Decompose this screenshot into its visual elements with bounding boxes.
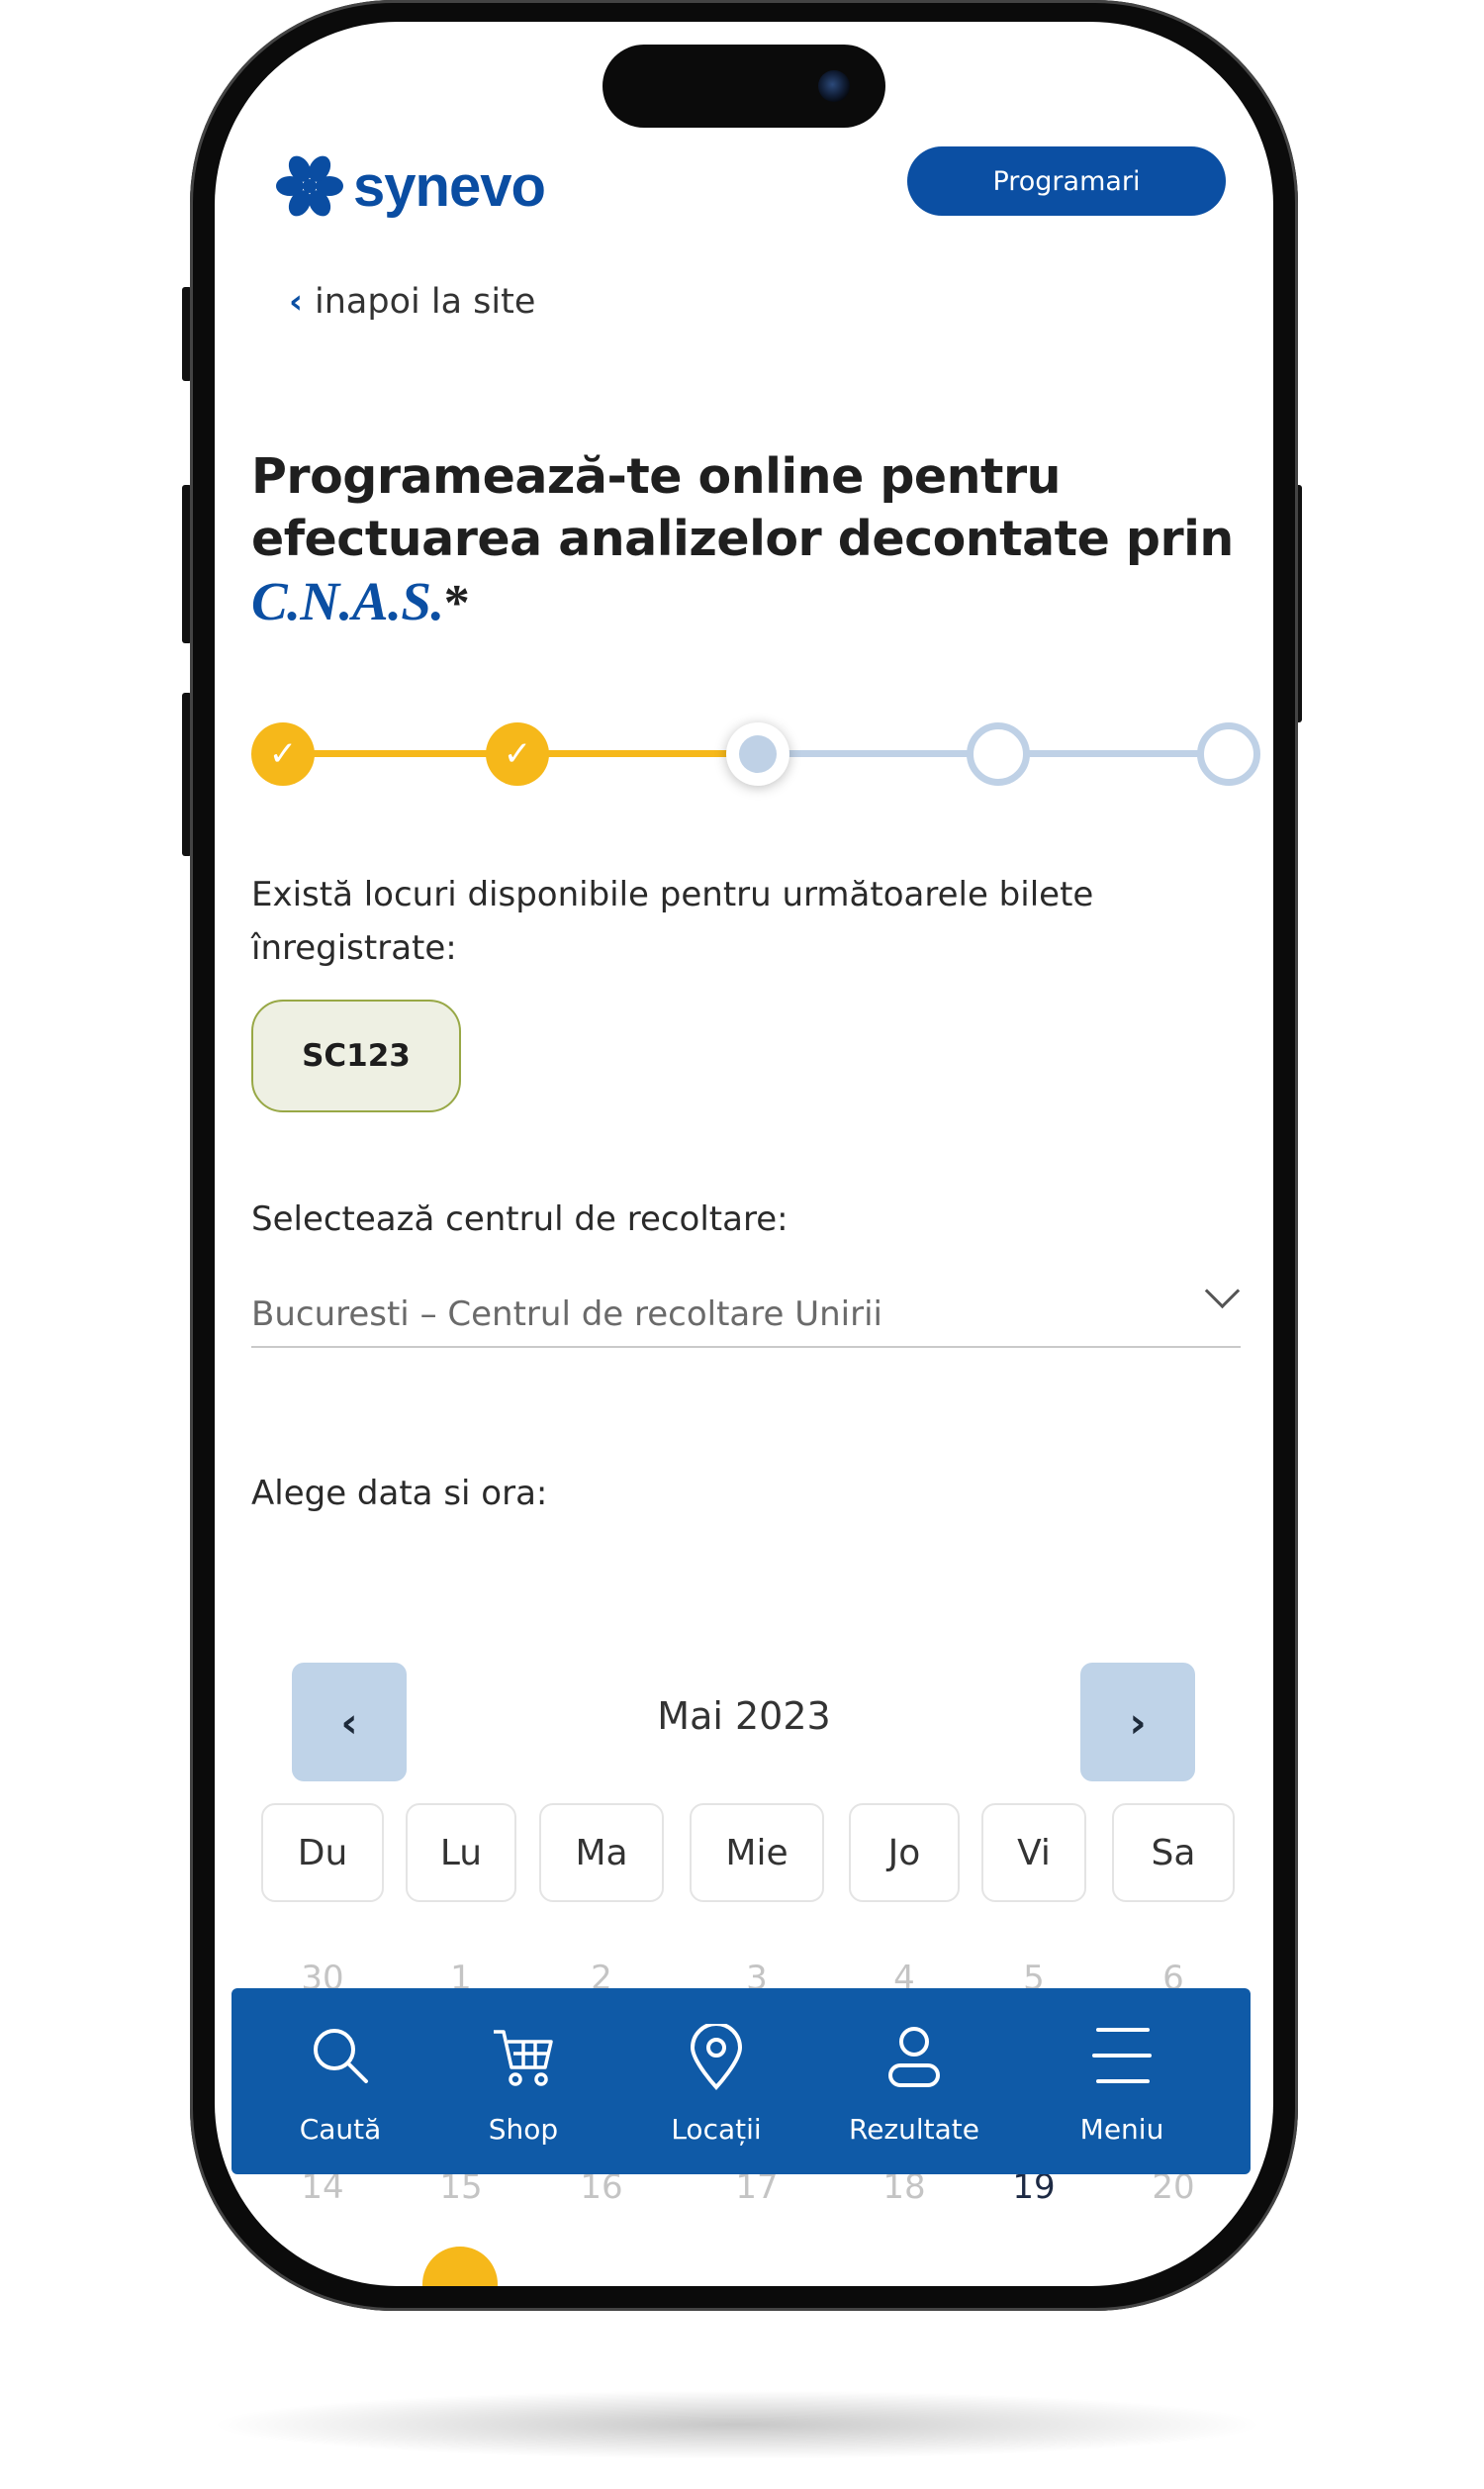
chevron-down-icon [1204,1273,1241,1309]
chevron-left-icon: ‹ [289,282,304,322]
center-label: Selectează centrul de recoltare: [251,1199,788,1239]
weekday-lu: Lu [406,1803,516,1902]
step-5 [1197,722,1260,786]
nav-results[interactable]: Rezultate [825,1988,1003,2174]
chevron-left-icon: ‹ [340,1697,358,1747]
user-icon [888,2027,940,2087]
device-shadow [208,2390,1266,2459]
title-asterisk: * [443,575,470,631]
weekday-jo: Jo [849,1803,960,1902]
step-1-done: ✓ [251,722,315,786]
cart-icon [494,2030,553,2086]
nav-locations-label: Locații [671,2113,762,2146]
nav-shop-label: Shop [488,2113,559,2146]
weekday-du: Du [261,1803,384,1902]
weekday-ma: Ma [539,1803,664,1902]
cnas-label: C.N.A.S. [251,571,444,631]
back-to-site-link[interactable]: ‹ inapoi la site [289,282,535,322]
chevron-right-icon: › [1129,1697,1147,1747]
date-label: Alege data si ora: [251,1474,548,1513]
title-line-1: Programează-te online pentru [251,448,1062,505]
nav-shop[interactable]: Shop [454,1988,593,2174]
menu-icon [1092,2028,1152,2083]
center-select[interactable]: Bucuresti – Centrul de recoltare Unirii [251,1269,1241,1348]
step-2-done: ✓ [486,722,549,786]
center-select-value: Bucuresti – Centrul de recoltare Unirii [251,1294,882,1334]
ticket-chip[interactable]: SC123 [251,1000,461,1112]
phone-screen: synevo Programari ‹ inapoi la site Progr… [215,22,1273,2286]
weekday-sa: Sa [1112,1803,1235,1902]
bottom-navigation: Caută Shop Locații Rezultate Meniu [232,1988,1251,2174]
weekday-vi: Vi [981,1803,1086,1902]
weekday-mie: Mie [690,1803,824,1902]
synevo-flower-icon [276,151,343,221]
tickets-info-text: Există locuri disponibile pentru următoa… [251,875,1094,968]
synevo-logo[interactable]: synevo [276,151,546,221]
nav-results-label: Rezultate [849,2113,979,2146]
nav-menu[interactable]: Meniu [1053,1988,1191,2174]
calendar-month: Mai 2023 [657,1694,831,1738]
search-icon [314,2029,368,2083]
nav-search-label: Caută [299,2113,382,2146]
camera-icon [818,70,850,102]
nav-menu-label: Meniu [1079,2113,1164,2146]
page-title: Programează-te online pentru efectuarea … [251,445,1241,634]
previous-month-button[interactable]: ‹ [292,1663,407,1781]
programari-button[interactable]: Programari [907,146,1226,216]
logo-text: synevo [353,153,546,219]
nav-search[interactable]: Caută [271,1988,410,2174]
nav-locations[interactable]: Locații [647,1988,786,2174]
stepper-line-3 [758,750,998,757]
stepper-line-1 [283,750,517,757]
step-3-current [726,722,789,786]
selected-day-marker[interactable] [422,2247,498,2286]
title-line-2: efectuarea analizelor decontate prin [251,511,1234,567]
location-pin-icon [690,2024,743,2090]
back-link-label: inapoi la site [315,282,536,322]
next-month-button[interactable]: › [1080,1663,1195,1781]
dynamic-island [603,45,885,128]
step-4 [967,722,1030,786]
stepper-line-2 [517,750,758,757]
progress-stepper: ✓ ✓ [251,715,1260,794]
